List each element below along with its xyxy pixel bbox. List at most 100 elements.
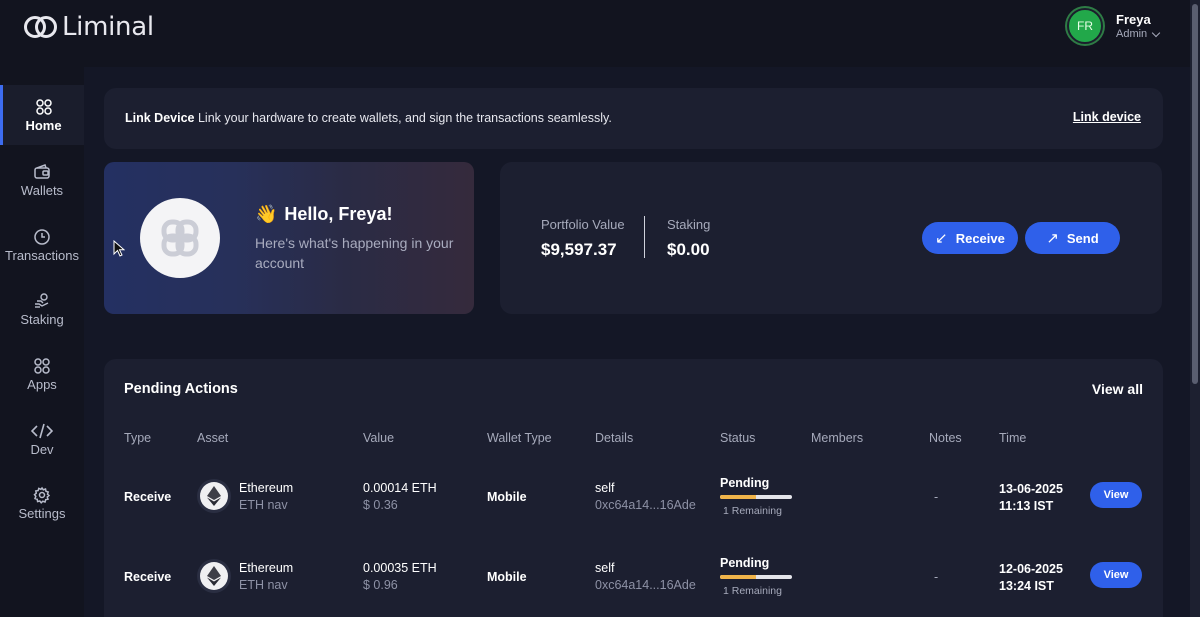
table-row[interactable]: Receive Ethereum ETH nav 0.00014 ETH $ 0…	[104, 474, 1163, 534]
sidebar-item-label: Staking	[20, 311, 64, 327]
apps-circles-icon	[34, 357, 50, 374]
sidebar-item-label: Wallets	[20, 182, 64, 198]
column-header-details[interactable]: Details	[595, 431, 633, 445]
portfolio-value-label: Portfolio Value	[541, 217, 625, 232]
banner-title: Link Device	[125, 111, 195, 125]
portfolio-card: Portfolio Value $9,597.37 Staking $0.00 …	[500, 162, 1162, 314]
user-info: Freya Admin	[1116, 12, 1161, 40]
sidebar-item-transactions[interactable]: Transactions	[0, 215, 84, 275]
send-button[interactable]: ↗ Send	[1025, 222, 1120, 254]
send-button-label: Send	[1066, 230, 1099, 246]
ethereum-icon	[200, 482, 228, 510]
liminal-logo[interactable]: Liminal	[24, 12, 154, 42]
sidebar-item-apps[interactable]: Apps	[0, 344, 84, 404]
details-label: self	[595, 561, 615, 575]
column-header-asset[interactable]: Asset	[197, 431, 228, 445]
value-usd: $ 0.96	[363, 578, 398, 592]
status-badge: Pending	[720, 476, 770, 490]
grid-circles-icon	[35, 98, 52, 115]
view-button[interactable]: View	[1090, 562, 1142, 588]
status-badge: Pending	[720, 556, 770, 570]
staking-value: $0.00	[667, 240, 710, 259]
receive-button-label: Receive	[955, 230, 1005, 246]
column-header-time[interactable]: Time	[999, 431, 1026, 445]
progress-fill	[720, 495, 756, 499]
table-row[interactable]: Receive Ethereum ETH nav 0.00035 ETH $ 0…	[104, 554, 1163, 614]
chevron-down-icon[interactable]	[1151, 28, 1161, 37]
user-name: Freya	[1116, 12, 1151, 27]
details-address: 0xc64a14...16Ade	[595, 578, 696, 592]
banner-text-row: Link Device Link your hardware to create…	[125, 111, 612, 125]
row-status: Pending 1 Remaining	[720, 476, 792, 517]
row-notes: -	[934, 570, 939, 584]
user-role-row: Admin	[1116, 28, 1161, 40]
column-header-status[interactable]: Status	[720, 431, 755, 445]
row-type: Receive	[124, 490, 172, 504]
approval-progress-bar	[720, 575, 792, 579]
arrow-down-left-icon: ↙	[935, 229, 948, 247]
avatar[interactable]: FR	[1067, 8, 1103, 44]
asset-name: Ethereum	[239, 561, 294, 575]
greeting-text: Hello, Freya!	[284, 204, 393, 224]
row-value: 0.00014 ETH $ 0.36	[363, 481, 437, 512]
row-details: self 0xc64a14...16Ade	[595, 481, 696, 512]
mouse-cursor-icon	[113, 240, 125, 257]
portfolio-value: $9,597.37	[541, 240, 617, 259]
sidebar-item-label: Home	[25, 117, 62, 133]
asset-network: ETH nav	[239, 498, 288, 512]
row-type: Receive	[124, 570, 172, 584]
org-logo-icon	[161, 219, 199, 257]
row-notes: -	[934, 490, 939, 504]
welcome-card: 👋 Hello, Freya! Here's what's happening …	[104, 162, 474, 314]
user-role: Admin	[1116, 28, 1148, 40]
greeting: 👋 Hello, Freya!	[255, 204, 392, 225]
sidebar-item-label: Apps	[27, 376, 57, 392]
sidebar-item-label: Dev	[30, 441, 54, 457]
sidebar-item-dev[interactable]: Dev	[0, 409, 84, 469]
value-amount: 0.00014 ETH	[363, 481, 437, 495]
pending-actions-card: Pending Actions View all Type Asset Valu…	[104, 359, 1163, 617]
sidebar-item-staking[interactable]: Staking	[0, 279, 84, 339]
scrollbar-thumb[interactable]	[1192, 4, 1198, 384]
view-button[interactable]: View	[1090, 482, 1142, 508]
remaining-count: 1 Remaining	[723, 585, 782, 597]
column-header-value[interactable]: Value	[363, 431, 394, 445]
asset-network: ETH nav	[239, 578, 288, 592]
view-all-link[interactable]: View all	[1092, 381, 1143, 397]
org-logo	[140, 198, 220, 278]
wave-hand-icon: 👋	[255, 204, 278, 224]
row-date: 13-06-2025	[999, 482, 1063, 496]
page-scrollbar[interactable]	[1190, 0, 1200, 617]
column-header-members[interactable]: Members	[811, 431, 863, 445]
link-device-banner: Link Device Link your hardware to create…	[104, 88, 1163, 149]
row-value: 0.00035 ETH $ 0.96	[363, 561, 437, 592]
divider	[644, 216, 645, 258]
progress-fill	[720, 575, 756, 579]
row-time-value: 11:13 IST	[999, 499, 1054, 513]
row-asset: Ethereum ETH nav	[239, 561, 293, 592]
sidebar-item-settings[interactable]: Settings	[0, 473, 84, 533]
clock-icon	[34, 228, 50, 245]
receive-button[interactable]: ↙ Receive	[922, 222, 1018, 254]
row-details: self 0xc64a14...16Ade	[595, 561, 696, 592]
value-amount: 0.00035 ETH	[363, 561, 437, 575]
sidebar-item-label: Settings	[18, 505, 66, 521]
user-menu[interactable]: FR Freya Admin	[1067, 8, 1161, 44]
sidebar-item-label: Transactions	[5, 247, 79, 263]
column-header-notes[interactable]: Notes	[929, 431, 962, 445]
top-bar: Liminal FR Freya Admin	[0, 0, 1190, 67]
column-header-wallet-type[interactable]: Wallet Type	[487, 431, 552, 445]
column-header-type[interactable]: Type	[124, 431, 151, 445]
row-status: Pending 1 Remaining	[720, 556, 792, 597]
asset-name: Ethereum	[239, 481, 294, 495]
staking-label: Staking	[667, 217, 711, 232]
logo-rings-icon	[24, 14, 58, 40]
link-device-link[interactable]: Link device	[1073, 110, 1141, 124]
sidebar-item-home[interactable]: Home	[0, 85, 84, 145]
wallet-icon	[34, 163, 50, 179]
greeting-subtitle: Here's what's happening in your account	[255, 235, 454, 271]
sidebar-item-wallets[interactable]: Wallets	[0, 150, 84, 210]
row-wallet-type: Mobile	[487, 570, 527, 584]
arrow-up-right-icon: ↗	[1046, 229, 1059, 247]
row-time: 13-06-2025 11:13 IST	[999, 481, 1063, 515]
